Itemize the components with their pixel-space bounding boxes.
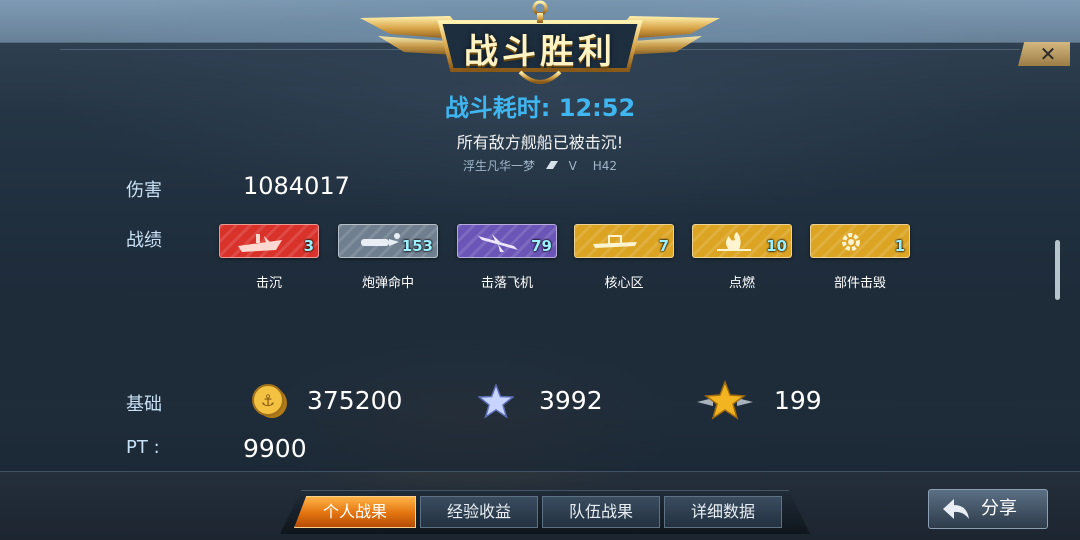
svg-text:⚓: ⚓ — [261, 391, 275, 410]
close-button[interactable]: ✕ — [1018, 42, 1070, 66]
victory-banner: 战斗胜利 — [360, 0, 720, 92]
medal-citadel[interactable]: 7 — [574, 224, 674, 258]
medal-label: 炮弹命中 — [361, 276, 414, 291]
fire-icon — [717, 232, 751, 251]
panel-scrollbar[interactable] — [1055, 240, 1060, 300]
tab-detailed-data[interactable]: 详细数据 — [664, 496, 782, 528]
base-label: 基础 — [126, 394, 162, 415]
pt-value: 9900 — [243, 434, 307, 463]
tab-exp-earnings[interactable]: 经验收益 — [420, 496, 538, 528]
medal-label: 部件击毁 — [833, 276, 886, 291]
medal-label: 击落飞机 — [480, 276, 533, 291]
shell-hit-icon — [361, 233, 400, 246]
close-icon[interactable]: ✕ — [1040, 42, 1057, 66]
tab-team-result[interactable]: 队伍战果 — [542, 496, 660, 528]
ship-xp-star-icon — [478, 384, 514, 418]
medal-count: 79 — [531, 237, 552, 255]
player-name: 浮生凡华一梦 — [462, 159, 535, 173]
plane-down-icon — [478, 234, 518, 252]
damage-label: 伤害 — [126, 180, 162, 201]
battle-time-value: 12:52 — [558, 94, 636, 122]
ship-xp-value: 3992 — [539, 386, 603, 415]
ship-name: H42 — [592, 159, 617, 173]
medal-list: 3 击沉 153 炮弹命中 79 击落飞机 7 核心区 10 点燃 1 部件击毁 — [219, 224, 939, 294]
medal-plane-down[interactable]: 79 — [457, 224, 557, 258]
tab-personal-result[interactable]: 个人战果 — [294, 496, 416, 528]
medal-count: 1 — [894, 237, 905, 255]
battle-summary-header: 战斗耗时: 12:52 所有敌方舰船已被击沉! 浮生凡华一梦 V H42 — [0, 88, 1080, 174]
medal-count: 10 — [766, 237, 787, 255]
citadel-icon — [593, 235, 637, 248]
record-label: 战绩 — [126, 230, 162, 251]
coins-value: 375200 — [307, 386, 403, 415]
result-tabs: 个人战果 经验收益 队伍战果 详细数据 — [280, 490, 810, 534]
player-info: 浮生凡华一梦 V H42 — [0, 157, 1080, 174]
medal-label: 击沉 — [255, 276, 282, 291]
captain-xp-star-icon — [697, 380, 753, 420]
medal-label: 核心区 — [604, 276, 644, 291]
damage-value: 1084017 — [243, 172, 350, 200]
battle-time: 战斗耗时: 12:52 — [0, 88, 1080, 123]
flag-icon — [545, 161, 558, 169]
medal-module-destroyed[interactable]: 1 — [810, 224, 910, 258]
gear-icon — [842, 233, 860, 251]
medal-fire[interactable]: 10 — [692, 224, 792, 258]
pt-label: PT : — [126, 437, 160, 458]
medal-count: 7 — [658, 237, 669, 255]
medal-count: 3 — [303, 237, 314, 255]
ship-tier: V — [568, 159, 577, 173]
medal-count: 153 — [401, 237, 433, 255]
share-label: 分享 — [981, 498, 1017, 519]
battle-time-label: 战斗耗时: — [444, 94, 551, 122]
medal-sink[interactable]: 3 — [219, 224, 319, 258]
medal-label: 点燃 — [728, 276, 755, 291]
victory-title: 战斗胜利 — [464, 32, 616, 72]
result-message: 所有敌方舰船已被击沉! — [456, 133, 624, 152]
sinking-ship-icon — [238, 234, 282, 252]
share-arrow-icon — [943, 499, 969, 519]
coin-icon: ⚓ — [252, 384, 287, 418]
captain-xp-value: 199 — [774, 386, 822, 415]
share-button[interactable]: 分享 — [928, 489, 1048, 529]
medal-shell-hit[interactable]: 153 — [338, 224, 438, 258]
